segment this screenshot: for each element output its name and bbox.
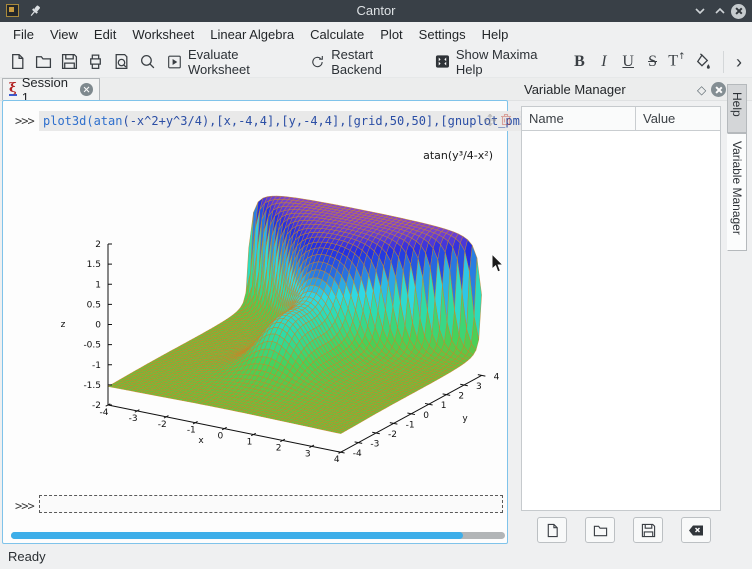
open-folder-icon [35, 53, 52, 70]
close-button[interactable] [731, 4, 747, 20]
show-maxima-help-label: Show Maxima Help [456, 47, 561, 77]
clear-variables-button[interactable] [681, 517, 711, 543]
print-button[interactable] [82, 49, 108, 75]
superscript-arrow-icon: ↑ [678, 52, 686, 62]
show-maxima-help-button[interactable]: Show Maxima Help [428, 49, 567, 75]
maximize-button[interactable] [712, 3, 728, 19]
status-text: Ready [8, 549, 46, 564]
window-title: Cantor [0, 0, 752, 22]
side-tab-help[interactable]: Help [727, 84, 747, 133]
menu-file[interactable]: File [8, 27, 39, 42]
evaluate-worksheet-button[interactable]: Evaluate Worksheet [160, 49, 303, 75]
menubar: File View Edit Worksheet Linear Algebra … [0, 22, 752, 46]
superscript-button[interactable]: T↑ [665, 52, 689, 70]
menu-worksheet[interactable]: Worksheet [127, 27, 199, 42]
save-icon [641, 523, 656, 538]
strikethrough-button[interactable]: S [640, 53, 664, 71]
entry-prompt: >>> [15, 499, 34, 513]
horizontal-scrollbar[interactable] [11, 532, 505, 539]
new-worksheet-button[interactable] [4, 49, 30, 75]
toolbar-separator [723, 51, 724, 73]
search-icon [139, 53, 156, 70]
print-preview-icon [113, 53, 130, 70]
toolbar: Evaluate Worksheet Restart Backend Show … [0, 46, 752, 78]
paint-bucket-icon [694, 53, 711, 70]
maxima-session-icon: ξ [9, 83, 17, 96]
menu-plot[interactable]: Plot [375, 27, 407, 42]
column-value[interactable]: Value [636, 107, 675, 130]
menu-help[interactable]: Help [477, 27, 514, 42]
statusbar: Ready [0, 544, 752, 569]
tab-close-icon[interactable] [80, 83, 93, 96]
command-segment: atan [94, 114, 123, 128]
menu-linear-algebra[interactable]: Linear Algebra [205, 27, 299, 42]
variable-manager-title: Variable Manager [524, 82, 626, 97]
menu-calculate[interactable]: Calculate [305, 27, 369, 42]
command-prompt: >>> [15, 114, 34, 128]
text-color-button[interactable] [689, 49, 715, 75]
plot-canvas [31, 139, 513, 487]
save-variables-button[interactable] [633, 517, 663, 543]
plot-title-label: atan(y³/4-x²) [403, 149, 493, 162]
load-variables-button[interactable] [585, 517, 615, 543]
titlebar: Cantor [0, 0, 752, 22]
evaluate-icon [167, 54, 182, 70]
command-entry[interactable]: plot3d(atan(-x^2+y^3/4),[x,-4,4],[y,-4,4… [39, 111, 596, 131]
maxima-help-icon [435, 54, 450, 69]
underline-button[interactable]: U [616, 53, 640, 71]
add-variable-button[interactable] [537, 517, 567, 543]
menu-settings[interactable]: Settings [414, 27, 471, 42]
worksheet[interactable]: >>> plot3d(atan(-x^2+y^3/4),[x,-4,4],[y,… [2, 100, 508, 544]
minimize-button[interactable] [692, 3, 708, 19]
mouse-cursor [491, 253, 506, 274]
new-command-entry[interactable] [39, 495, 503, 513]
new-document-icon [545, 523, 560, 538]
restart-backend-button[interactable]: Restart Backend [303, 49, 428, 75]
restart-backend-label: Restart Backend [331, 47, 421, 77]
print-icon [87, 53, 104, 70]
save-icon [61, 53, 78, 70]
side-tab-variable-manager-label: Variable Manager [730, 141, 744, 235]
command-segment: (-x^2+y^3/4),[x,-4,4],[y,-4,4],[grid,50,… [122, 114, 541, 128]
clear-backspace-icon [688, 524, 704, 537]
worksheet-tabbar [0, 78, 752, 101]
side-tab-help-label: Help [730, 92, 744, 117]
menu-view[interactable]: View [45, 27, 83, 42]
open-folder-icon [593, 523, 608, 538]
side-tab-variable-manager[interactable]: Variable Manager [727, 133, 747, 251]
evaluate-worksheet-label: Evaluate Worksheet [188, 47, 296, 77]
remove-entry-icon[interactable] [500, 113, 512, 126]
move-entry-icon[interactable] [484, 114, 496, 126]
italic-button[interactable]: I [592, 53, 616, 71]
bold-button[interactable]: B [567, 53, 591, 71]
save-worksheet-button[interactable] [56, 49, 82, 75]
close-panel-button[interactable] [711, 82, 726, 97]
variable-table[interactable]: Name Value [521, 106, 721, 511]
horizontal-scrollbar-thumb[interactable] [11, 532, 463, 539]
restart-icon [310, 54, 325, 70]
new-document-icon [9, 53, 26, 70]
tab-session-1[interactable]: ξ Session 1 [2, 78, 100, 100]
command-segment: plot3d( [43, 114, 94, 128]
toolbar-overflow-button[interactable]: › [736, 49, 742, 75]
variable-table-header: Name Value [522, 107, 720, 131]
menu-edit[interactable]: Edit [89, 27, 121, 42]
open-worksheet-button[interactable] [30, 49, 56, 75]
print-preview-button[interactable] [108, 49, 134, 75]
column-name[interactable]: Name [522, 107, 636, 130]
float-panel-icon[interactable]: ◇ [697, 83, 706, 97]
find-button[interactable] [134, 49, 160, 75]
